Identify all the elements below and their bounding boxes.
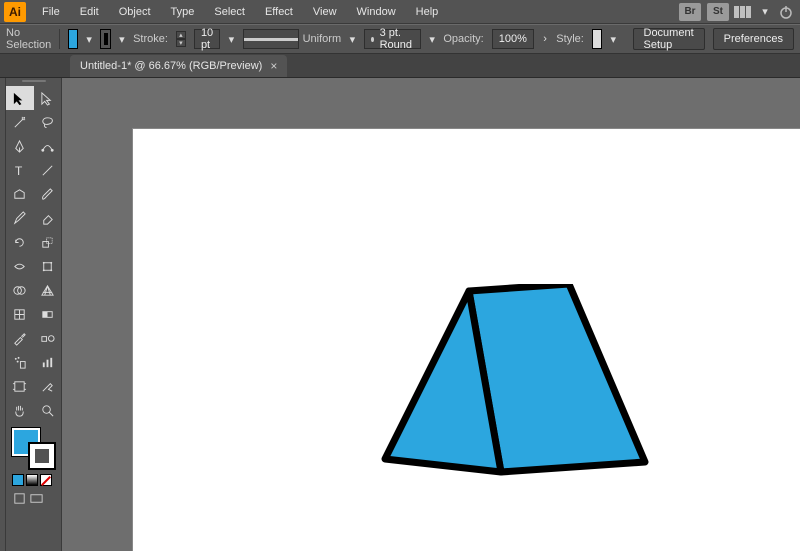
workspace-switcher-icon[interactable]	[734, 5, 754, 19]
menu-window[interactable]: Window	[349, 2, 404, 22]
toolbox: T	[6, 78, 62, 551]
brush-dropdown[interactable]: ▾	[429, 30, 435, 48]
brush-dot-icon	[371, 37, 374, 42]
preferences-button[interactable]: Preferences	[713, 28, 794, 50]
stroke-color-swatch[interactable]	[28, 442, 56, 470]
tool-artboard[interactable]	[6, 374, 34, 398]
stroke-label: Stroke:	[133, 33, 168, 45]
menu-object[interactable]: Object	[111, 2, 159, 22]
fill-swatch[interactable]	[68, 29, 78, 49]
menu-effect[interactable]: Effect	[257, 2, 301, 22]
stroke-swatch[interactable]	[100, 29, 110, 49]
opacity-label: Opacity:	[443, 33, 483, 45]
menu-file[interactable]: File	[34, 2, 68, 22]
tool-blend[interactable]	[34, 326, 62, 350]
workspace: T	[0, 78, 800, 551]
artboard[interactable]	[132, 128, 800, 551]
draw-mode-icon[interactable]	[12, 490, 27, 506]
tool-hand[interactable]	[6, 398, 34, 422]
menu-view[interactable]: View	[305, 2, 345, 22]
tool-type[interactable]: T	[6, 158, 34, 182]
prism-shape[interactable]	[373, 284, 663, 484]
tool-slice[interactable]	[34, 374, 62, 398]
stroke-weight-stepper[interactable]: ▴▾	[176, 31, 186, 47]
brush-label: 3 pt. Round	[380, 27, 414, 51]
tool-width[interactable]	[6, 254, 34, 278]
tool-lasso[interactable]	[34, 110, 62, 134]
profile-dropdown[interactable]: ▾	[349, 30, 355, 48]
tool-eraser[interactable]	[34, 206, 62, 230]
tool-symbol-sprayer[interactable]	[6, 350, 34, 374]
variable-width-profile[interactable]	[243, 29, 299, 49]
tool-curvature[interactable]	[34, 134, 62, 158]
stroke-weight-field[interactable]: 10 pt	[194, 29, 220, 49]
menu-type[interactable]: Type	[163, 2, 203, 22]
document-setup-button[interactable]: Document Setup	[633, 28, 705, 50]
stock-icon[interactable]: St	[707, 3, 729, 21]
tool-perspective[interactable]	[34, 278, 62, 302]
tool-line[interactable]	[34, 158, 62, 182]
tool-graph[interactable]	[34, 350, 62, 374]
tool-paintbrush[interactable]	[34, 182, 62, 206]
brush-definition[interactable]: 3 pt. Round	[364, 29, 421, 49]
tool-shape-builder[interactable]	[6, 278, 34, 302]
app-icon: Ai	[4, 2, 26, 22]
fill-dropdown[interactable]: ▾	[86, 30, 92, 48]
color-mode-solid[interactable]	[12, 474, 24, 486]
tool-rectangle[interactable]	[6, 182, 34, 206]
color-mode-gradient[interactable]	[26, 474, 38, 486]
tool-magic-wand[interactable]	[6, 110, 34, 134]
tool-gradient[interactable]	[34, 302, 62, 326]
style-dropdown[interactable]: ▾	[610, 30, 616, 48]
color-mode-none[interactable]	[40, 474, 52, 486]
style-swatch[interactable]	[592, 29, 602, 49]
tool-free-transform[interactable]	[34, 254, 62, 278]
tool-selection[interactable]	[6, 86, 34, 110]
tool-eyedropper[interactable]	[6, 326, 34, 350]
screen-mode-row	[6, 488, 61, 508]
menu-select[interactable]: Select	[206, 2, 253, 22]
tool-direct-selection[interactable]	[34, 86, 62, 110]
opacity-more[interactable]: ›	[542, 30, 548, 48]
tool-scale[interactable]	[34, 230, 62, 254]
tool-zoom[interactable]	[34, 398, 62, 422]
profile-label: Uniform	[303, 33, 342, 45]
document-tabbar: Untitled-1* @ 66.67% (RGB/Preview) ×	[0, 54, 800, 78]
selection-status: No Selection	[6, 27, 51, 51]
color-mode-row	[6, 472, 61, 488]
menu-help[interactable]: Help	[408, 2, 447, 22]
workspace-dropdown[interactable]: ▾	[758, 3, 772, 21]
bridge-icon[interactable]: Br	[679, 3, 701, 21]
color-well[interactable]	[6, 426, 61, 472]
svg-text:T: T	[15, 164, 23, 178]
menu-edit[interactable]: Edit	[72, 2, 107, 22]
opacity-field[interactable]: 100%	[492, 29, 534, 49]
stroke-dropdown[interactable]: ▾	[119, 30, 125, 48]
tool-rotate[interactable]	[6, 230, 34, 254]
menubar: Ai File Edit Object Type Select Effect V…	[0, 0, 800, 24]
document-tab[interactable]: Untitled-1* @ 66.67% (RGB/Preview) ×	[70, 55, 287, 77]
canvas[interactable]	[62, 78, 800, 551]
document-tab-title: Untitled-1* @ 66.67% (RGB/Preview)	[80, 60, 262, 72]
sync-icon[interactable]	[776, 3, 796, 21]
style-label: Style:	[556, 33, 584, 45]
screen-mode-icon[interactable]	[29, 490, 44, 506]
tool-mesh[interactable]	[6, 302, 34, 326]
tool-pen[interactable]	[6, 134, 34, 158]
tool-pencil[interactable]	[6, 206, 34, 230]
close-tab-icon[interactable]: ×	[270, 59, 277, 73]
tool-grid: T	[6, 86, 61, 422]
stroke-weight-dropdown[interactable]: ▾	[228, 30, 234, 48]
options-bar: No Selection ▾ ▾ Stroke: ▴▾ 10 pt ▾ Unif…	[0, 24, 800, 54]
